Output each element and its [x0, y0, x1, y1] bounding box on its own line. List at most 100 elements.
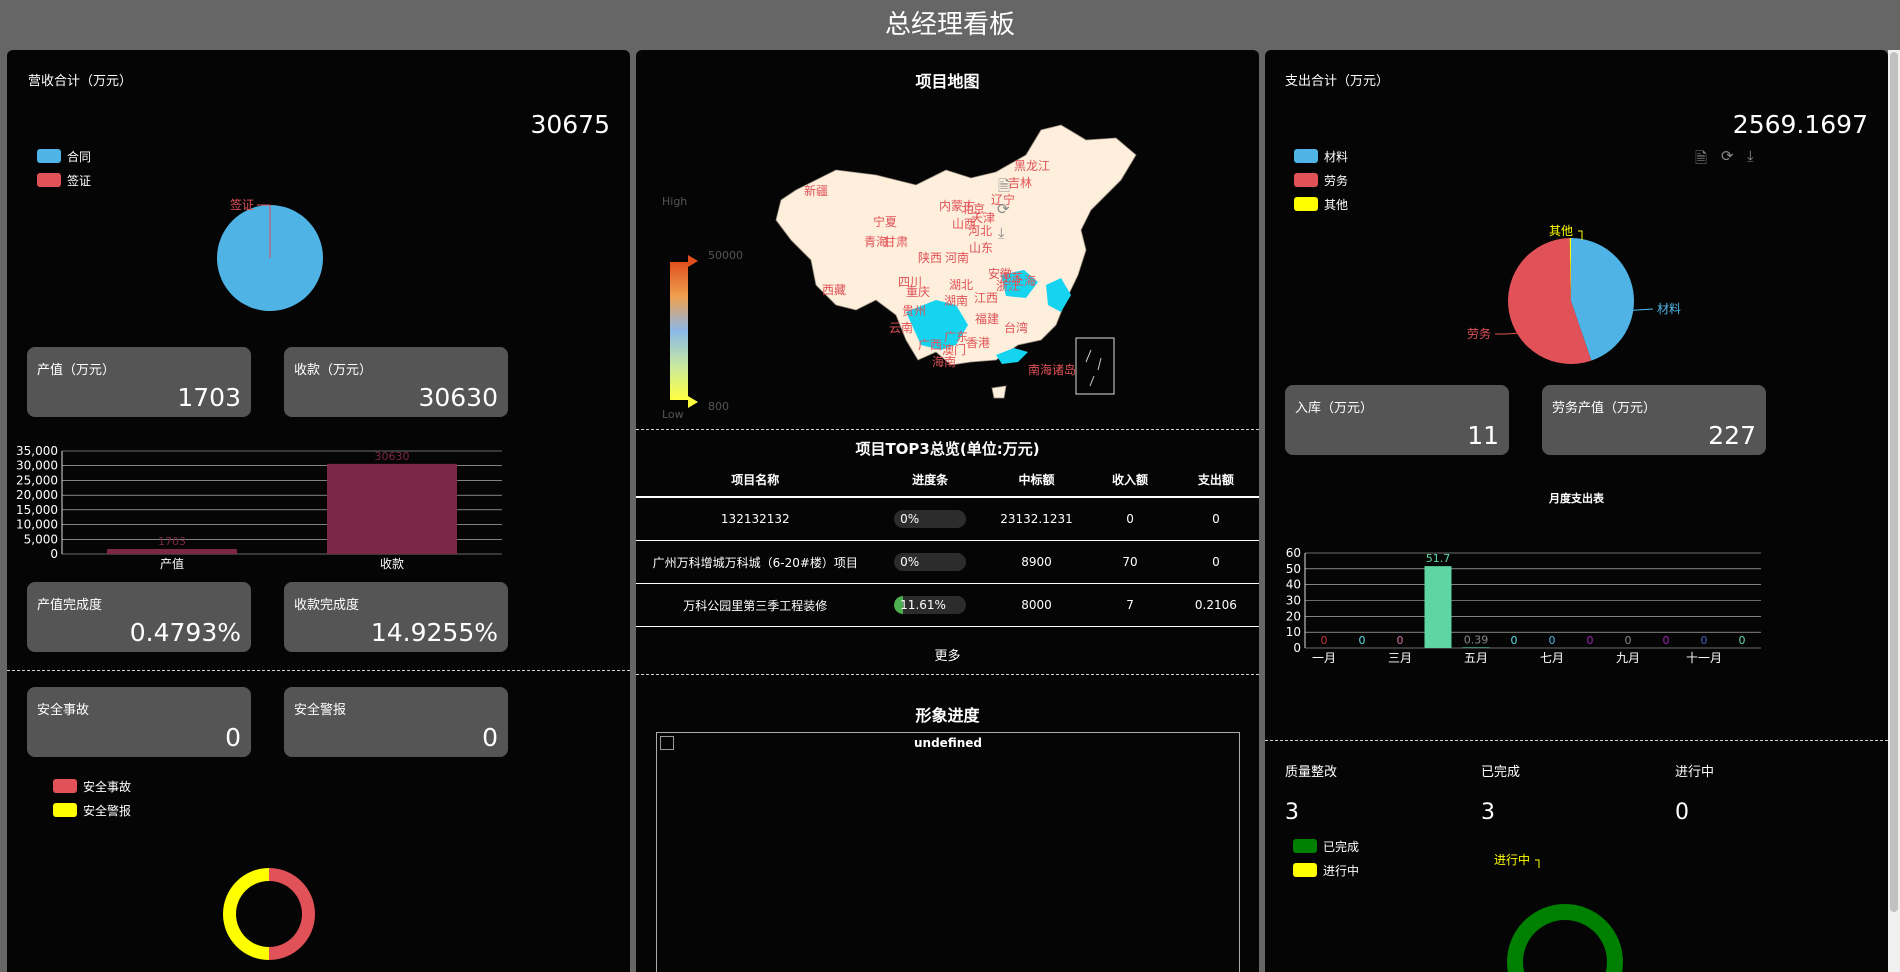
province-label[interactable]: 广西 — [918, 338, 942, 352]
province-label[interactable]: 香港 — [966, 336, 990, 350]
collection-card: 收款（万元） 30630 — [284, 347, 508, 417]
restore-icon[interactable]: ⟳ — [997, 200, 1010, 218]
project-name[interactable]: 万科公园里第三季工程装修 — [636, 583, 875, 627]
province-label[interactable]: 山东 — [969, 241, 993, 255]
province-label[interactable]: 浙江 — [996, 279, 1020, 293]
visual-map-max: 50000 — [708, 249, 743, 262]
province-label[interactable]: 陕西 — [918, 250, 942, 265]
table-row[interactable]: 132132132 0% 23132.1231 0 0 — [636, 497, 1259, 541]
card-value: 0 — [482, 723, 498, 752]
legend-item-visa[interactable]: 签证 — [37, 168, 91, 192]
y-tick-label: 10 — [1286, 625, 1301, 639]
image-progress-frame[interactable]: undefined — [656, 732, 1240, 972]
province-label[interactable]: 湖南 — [944, 293, 968, 308]
safety-alarm-card: 安全警报 0 — [284, 687, 508, 757]
progress-bar: 0% — [894, 510, 967, 528]
china-map[interactable]: 黑龙江吉林辽宁新疆内蒙古北京天津宁夏 山西河北青海甘肃 山东陕西 河南西藏四川 湖北安徽… — [756, 100, 1156, 400]
save-as-image-icon[interactable]: 🗎 — [998, 176, 1010, 201]
card-label: 产值完成度 — [37, 598, 103, 613]
legend-item-other[interactable]: 其他 — [1294, 192, 1348, 216]
project-name[interactable]: 132132132 — [636, 497, 875, 541]
expense-legend[interactable]: 材料 劳务 其他 — [1294, 144, 1348, 216]
province-label[interactable]: 福建 — [975, 311, 999, 326]
y-tick-label: 50 — [1286, 562, 1301, 576]
map-province-hainan[interactable] — [991, 385, 1007, 399]
province-label[interactable]: 台湾 — [1004, 320, 1028, 335]
province-label[interactable]: 江西 — [974, 291, 998, 305]
section-divider — [7, 670, 630, 671]
pie-label-labor: 劳务 — [1467, 326, 1491, 341]
pie-slice-安全警报[interactable] — [223, 868, 269, 960]
x-tick-label: 七月 — [1540, 651, 1564, 665]
province-label[interactable]: 湖北 — [949, 277, 973, 292]
warehousing-card: 入库（万元） 11 — [1285, 385, 1509, 455]
legend-item-contract[interactable]: 合同 — [37, 144, 91, 168]
province-label[interactable]: 宁夏 — [873, 214, 897, 229]
download-icon[interactable]: ⤓ — [998, 224, 1005, 242]
section-divider — [636, 674, 1259, 675]
bar-四月[interactable] — [1424, 566, 1452, 648]
revenue-legend[interactable]: 合同 签证 — [37, 144, 91, 192]
section-divider — [636, 429, 1259, 430]
legend-item-in-progress[interactable]: 进行中 — [1293, 858, 1359, 882]
province-label[interactable]: 广东 — [944, 330, 968, 344]
safety-legend[interactable]: 安全事故 安全警报 — [53, 774, 131, 822]
legend-swatch — [1293, 863, 1317, 877]
bid-amount: 8900 — [985, 540, 1088, 584]
visual-map-high-handle[interactable] — [688, 255, 698, 267]
more-link[interactable]: 更多 — [636, 645, 1259, 664]
bar-收款[interactable] — [327, 463, 457, 554]
pie-slice-已完成[interactable] — [1507, 904, 1623, 972]
map-south-sea-box — [1075, 337, 1115, 395]
monthly-bar-chart[interactable]: 01020304050600一月0 0三月51.70.39五月0 0七月0 0九月0 0… — [1265, 536, 1888, 666]
province-label[interactable]: 黑龙江 — [1014, 159, 1050, 173]
expense-pie-chart[interactable]: 其他 材料 劳务 — [1385, 160, 1785, 410]
legend-item-material[interactable]: 材料 — [1294, 144, 1348, 168]
bar-value-label: 51.7 — [1426, 552, 1451, 565]
output-bar-chart[interactable]: 05,00010,00015,00020,00025,00030,00035,0… — [7, 436, 630, 576]
legend-swatch — [37, 149, 61, 163]
page-scrollbar[interactable] — [1888, 50, 1900, 972]
visual-map-gradient[interactable] — [670, 262, 688, 400]
quality-legend[interactable]: 已完成 进行中 — [1293, 834, 1359, 882]
legend-item-accident[interactable]: 安全事故 — [53, 774, 131, 798]
legend-swatch — [53, 779, 77, 793]
legend-item-alarm[interactable]: 安全警报 — [53, 798, 131, 822]
table-row[interactable]: 万科公园里第三季工程装修 11.61% 8000 7 0.2106 — [636, 583, 1259, 627]
bar-value-label: 0 — [1625, 634, 1632, 647]
province-label[interactable]: 云南 — [889, 320, 913, 335]
province-label[interactable]: 新疆 — [804, 183, 828, 198]
project-name[interactable]: 广州万科增城万科城（6-20#楼）项目 — [636, 540, 875, 584]
province-label[interactable]: 甘肃 — [884, 235, 908, 249]
bar-value-label: 0 — [1397, 634, 1404, 647]
province-label[interactable]: 西藏 — [822, 283, 846, 297]
safety-donut-chart[interactable] — [207, 810, 327, 972]
legend-item-labor[interactable]: 劳务 — [1294, 168, 1348, 192]
province-label[interactable]: 河南 — [945, 250, 969, 265]
legend-swatch — [1294, 197, 1318, 211]
bar-五月[interactable] — [1462, 647, 1490, 648]
province-label[interactable]: 吉林 — [1008, 176, 1032, 190]
expense-amount: 0 — [1172, 497, 1259, 541]
card-value: 11 — [1467, 421, 1499, 450]
scrollbar-thumb[interactable] — [1890, 52, 1898, 912]
visual-map-low-handle[interactable] — [688, 396, 698, 408]
top3-title: 项目TOP3总览(单位:万元) — [855, 440, 1040, 458]
table-row[interactable]: 广州万科增城万科城（6-20#楼）项目 0% 8900 70 0 — [636, 540, 1259, 584]
bar-产值[interactable] — [107, 548, 237, 554]
pie-label-material: 材料 — [1657, 302, 1681, 316]
bar-value-label: 0 — [1663, 634, 1670, 647]
pie-label-line — [1495, 332, 1521, 335]
pie-slice-安全事故[interactable] — [269, 868, 315, 960]
province-label[interactable]: 河北 — [968, 224, 992, 238]
bar-value-label: 0 — [1511, 634, 1518, 647]
province-label[interactable]: 重庆 — [906, 285, 930, 299]
province-label[interactable]: 贵州 — [902, 304, 926, 318]
province-label[interactable]: 南海诸岛 — [1028, 362, 1076, 377]
legend-item-completed[interactable]: 已完成 — [1293, 834, 1359, 858]
image-progress-title: 形象进度 — [915, 706, 980, 725]
middle-panel: 项目地图 High Low 50000 800 黑龙江 吉林 辽宁 新疆 内蒙古 北京 天津… — [636, 50, 1259, 972]
revenue-pie-chart[interactable]: 签证 — [187, 150, 447, 380]
quality-donut-chart[interactable]: 进行中 — [1435, 850, 1695, 972]
province-label[interactable]: 海南 — [932, 354, 956, 369]
